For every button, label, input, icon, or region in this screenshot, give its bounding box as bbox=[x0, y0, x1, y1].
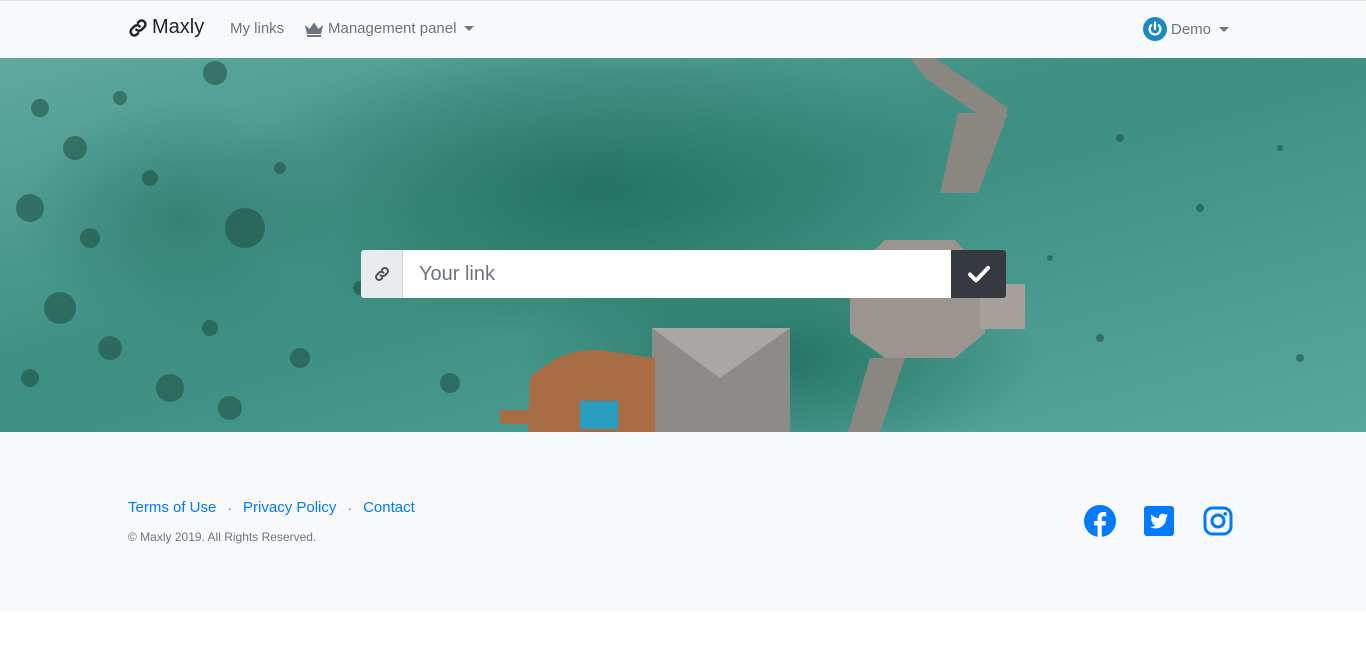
link-icon bbox=[374, 267, 389, 281]
link-icon bbox=[129, 18, 147, 37]
link-input-prefix bbox=[361, 250, 403, 298]
footer-links: Terms of Use · Privacy Policy · Contact bbox=[128, 499, 415, 516]
link-input[interactable] bbox=[403, 250, 951, 298]
footer-link-terms[interactable]: Terms of Use bbox=[128, 499, 216, 516]
hero-background-image bbox=[0, 58, 1366, 432]
instagram-icon bbox=[1203, 506, 1233, 536]
twitter-icon bbox=[1144, 506, 1174, 536]
footer-separator: · bbox=[347, 499, 353, 516]
hero-section bbox=[0, 58, 1366, 432]
power-icon bbox=[1143, 17, 1167, 41]
user-name: Demo bbox=[1171, 20, 1212, 38]
check-icon bbox=[967, 266, 990, 283]
nav-management-panel-dropdown[interactable]: Management panel bbox=[304, 20, 475, 37]
footer-link-contact[interactable]: Contact bbox=[363, 499, 415, 516]
chevron-down-icon bbox=[1219, 26, 1230, 32]
copyright-text: © Maxly 2019. All Rights Reserved. bbox=[128, 530, 317, 544]
top-navbar: Maxly My links Management panel Demo bbox=[0, 0, 1366, 58]
facebook-link[interactable] bbox=[1084, 505, 1116, 537]
footer-link-privacy[interactable]: Privacy Policy bbox=[243, 499, 336, 516]
submit-link-button[interactable] bbox=[951, 250, 1006, 298]
nav-my-links[interactable]: My links bbox=[230, 20, 284, 37]
shorten-link-form bbox=[361, 250, 1006, 298]
nav-my-links-label: My links bbox=[230, 20, 285, 37]
page-footer: Terms of Use · Privacy Policy · Contact … bbox=[0, 432, 1366, 611]
brand-logo[interactable]: Maxly bbox=[128, 16, 204, 39]
facebook-icon bbox=[1084, 505, 1116, 537]
instagram-link[interactable] bbox=[1202, 505, 1234, 537]
twitter-link[interactable] bbox=[1143, 505, 1175, 537]
brand-name: Maxly bbox=[152, 16, 205, 38]
crown-icon bbox=[305, 22, 323, 37]
chevron-down-icon bbox=[464, 26, 475, 31]
user-menu-dropdown[interactable]: Demo bbox=[1143, 17, 1230, 41]
nav-management-panel-label: Management panel bbox=[328, 20, 457, 37]
footer-separator: · bbox=[227, 499, 233, 516]
